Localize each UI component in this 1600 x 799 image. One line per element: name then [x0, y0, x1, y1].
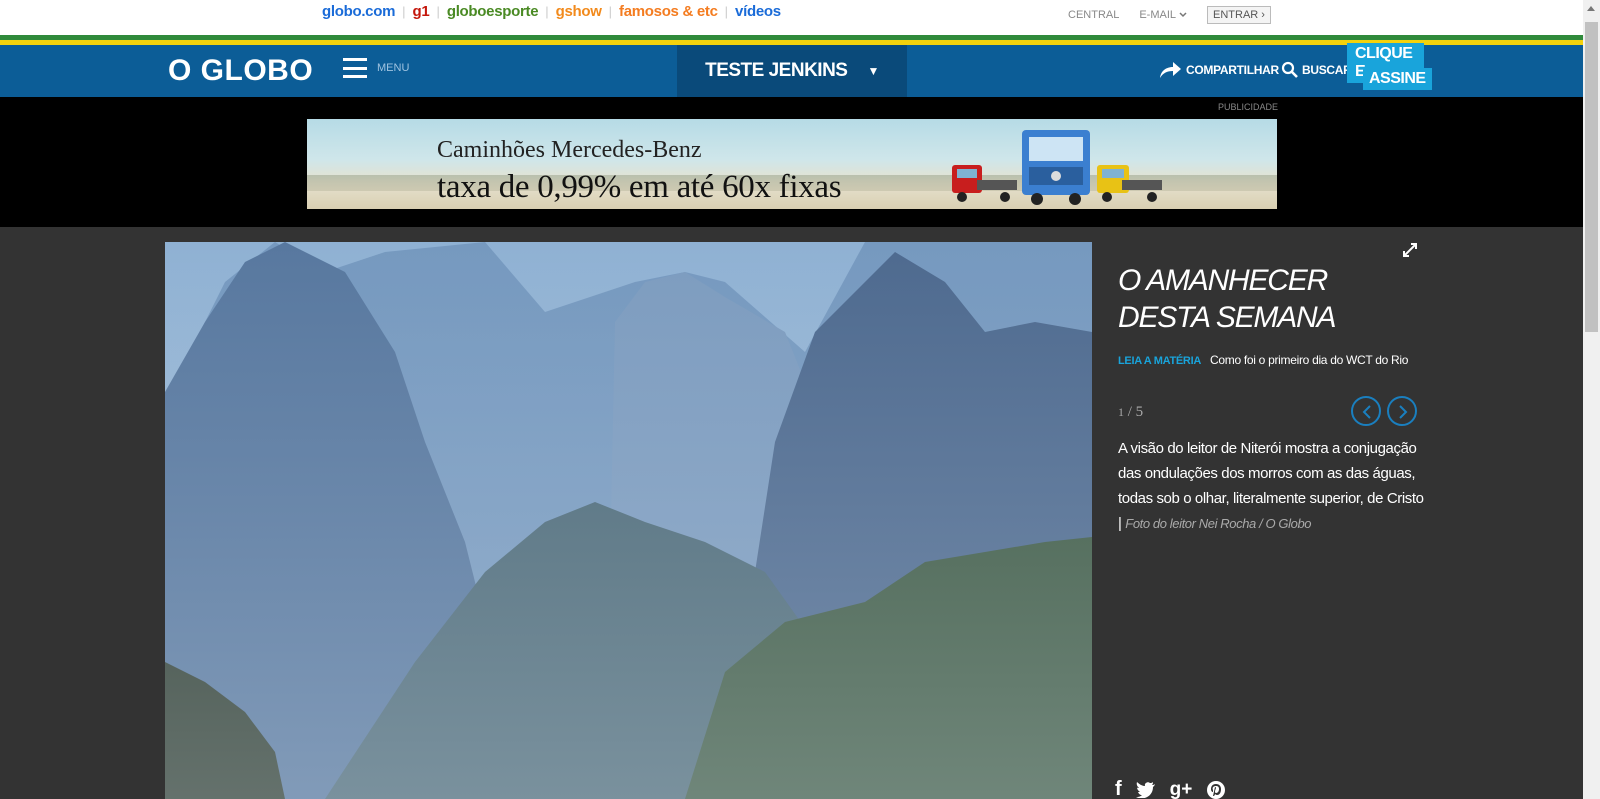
chevron-down-icon — [1179, 12, 1187, 18]
menu-button[interactable]: MENU — [343, 58, 409, 78]
current-photo: 1 — [1118, 405, 1124, 419]
social-share: f g+ — [1115, 778, 1226, 799]
email-label: E-MAIL — [1139, 9, 1177, 21]
ad-area: PUBLICIDADE Caminhões Mercedes-Benz taxa… — [0, 97, 1583, 227]
account-links: CENTRAL E-MAIL ENTRAR › — [1068, 6, 1271, 24]
network-links: globo.com | g1 | globoesporte | gshow | … — [322, 3, 781, 20]
email-menu[interactable]: E-MAIL — [1139, 9, 1187, 21]
search-label: BUSCAR — [1302, 62, 1352, 77]
link-g1[interactable]: g1 — [413, 3, 430, 20]
scrollbar-thumb[interactable] — [1585, 22, 1598, 332]
ad-label: PUBLICIDADE — [1218, 102, 1279, 112]
scroll-up-icon[interactable] — [1587, 6, 1595, 11]
site-logo[interactable]: O GLOBO — [168, 54, 313, 88]
ad-offer: taxa de 0,99% em até 60x fixas — [437, 169, 842, 205]
search-icon — [1281, 61, 1298, 78]
photo-caption: A visão do leitor de Niterói mostra a co… — [1118, 436, 1428, 536]
separator: | — [724, 4, 729, 19]
site-header: O GLOBO MENU TESTE JENKINS ▼ COMPARTILHA… — [0, 43, 1583, 97]
counter-separator: / — [1127, 404, 1132, 420]
ad-headline: Caminhões Mercedes-Benz — [437, 137, 702, 163]
gallery-photo[interactable] — [165, 242, 1092, 799]
section-selector[interactable]: TESTE JENKINS ▼ — [677, 45, 907, 97]
read-article-label: LEIA A MATÉRIA — [1118, 355, 1201, 367]
link-famosos[interactable]: famosos & etc — [619, 3, 718, 20]
link-globoesporte[interactable]: globoesporte — [447, 3, 539, 20]
menu-label: MENU — [377, 62, 410, 74]
separator: | — [545, 4, 549, 19]
pinterest-icon[interactable] — [1206, 780, 1226, 799]
read-article-link[interactable]: LEIA A MATÉRIA Como foi o primeiro dia d… — [1118, 353, 1408, 367]
separator: | — [402, 4, 406, 19]
link-gshow[interactable]: gshow — [556, 3, 602, 20]
separator: | — [608, 4, 613, 19]
photo-credit: Foto do leitor Nei Rocha / O Globo — [1125, 516, 1312, 531]
link-globo-com[interactable]: globo.com — [322, 3, 395, 20]
caret-down-icon: ▼ — [867, 64, 879, 78]
read-article-title: Como foi o primeiro dia do WCT do Rio — [1210, 353, 1409, 367]
total-photos: 5 — [1135, 404, 1144, 420]
prev-button[interactable] — [1351, 396, 1381, 426]
landscape-photo — [165, 242, 1092, 799]
gallery-title: O AMANHECER DESTA SEMANA — [1118, 264, 1337, 334]
central-link[interactable]: CENTRAL — [1068, 9, 1119, 21]
section-label: TESTE JENKINS — [705, 60, 848, 81]
login-button[interactable]: ENTRAR › — [1207, 6, 1271, 24]
hamburger-icon — [343, 58, 367, 78]
page-scrollbar[interactable] — [1583, 0, 1600, 799]
separator: | — [436, 4, 440, 19]
subscribe-line-2: ASSINE — [1363, 68, 1432, 90]
share-arrow-icon — [1160, 62, 1181, 78]
link-videos[interactable]: vídeos — [735, 3, 781, 20]
brand-stripes — [0, 35, 1583, 45]
twitter-icon[interactable] — [1135, 781, 1156, 798]
chevron-right-icon — [1399, 405, 1408, 419]
next-button[interactable] — [1387, 396, 1417, 426]
globo-network-bar: globo.com | g1 | globoesporte | gshow | … — [0, 0, 1583, 35]
photo-counter: 1 / 5 — [1118, 404, 1143, 421]
share-label: COMPARTILHAR — [1186, 63, 1279, 77]
google-plus-icon[interactable]: g+ — [1170, 779, 1193, 799]
truck-illustration — [952, 130, 1162, 205]
chevron-left-icon — [1362, 405, 1371, 419]
expand-icon[interactable] — [1403, 243, 1417, 257]
facebook-icon[interactable]: f — [1115, 778, 1122, 799]
subscribe-button[interactable]: CLIQUE E ASSINE — [1347, 43, 1432, 96]
share-button[interactable]: COMPARTILHAR — [1158, 61, 1279, 79]
search-button[interactable]: BUSCAR — [1281, 61, 1352, 78]
ad-banner[interactable]: Caminhões Mercedes-Benz taxa de 0,99% em… — [307, 119, 1277, 209]
